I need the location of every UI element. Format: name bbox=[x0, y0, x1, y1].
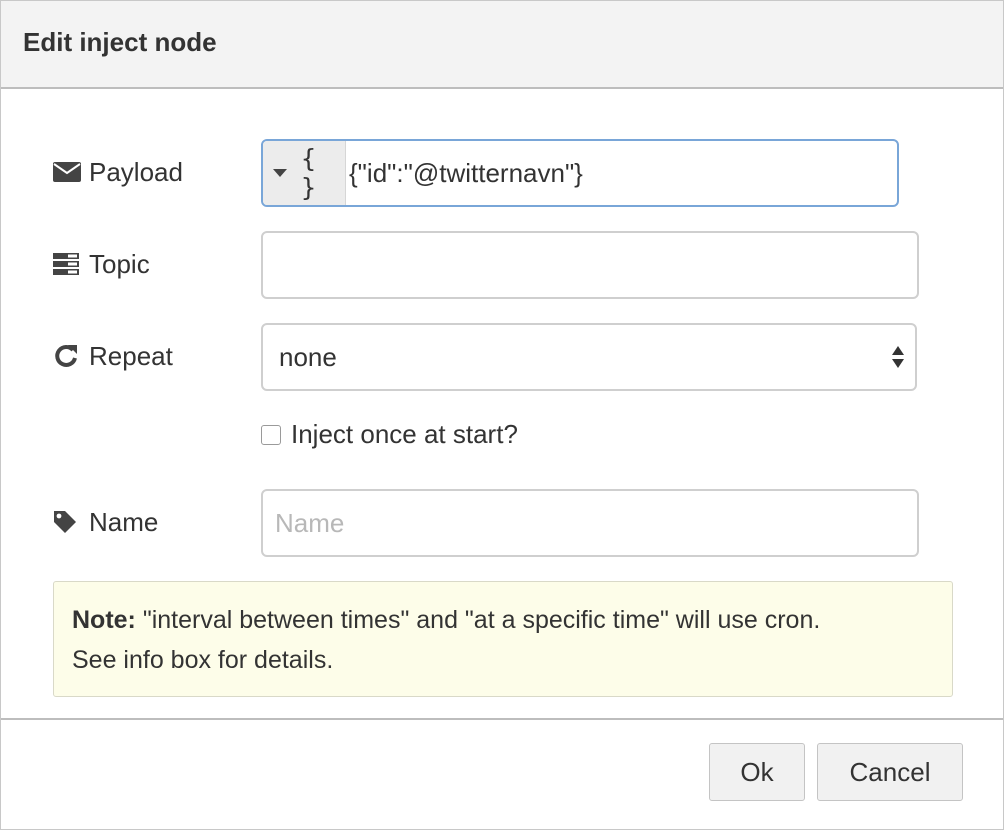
note-line-1: Note: "interval between times" and "at a… bbox=[72, 600, 936, 640]
inject-once-label[interactable]: Inject once at start? bbox=[291, 419, 518, 450]
cancel-button[interactable]: Cancel bbox=[817, 743, 963, 801]
repeat-selected-value: none bbox=[279, 342, 337, 372]
ok-button[interactable]: Ok bbox=[709, 743, 805, 801]
name-input[interactable]: Name bbox=[261, 489, 919, 557]
select-arrows-icon bbox=[891, 344, 905, 370]
edit-inject-dialog: Edit inject node Payload { } {"id":"@twi… bbox=[0, 0, 1004, 830]
payload-type-select[interactable]: { } bbox=[263, 141, 346, 205]
note-bold: Note: bbox=[72, 606, 136, 634]
topic-label-row: Topic bbox=[53, 244, 150, 284]
inject-once-row[interactable]: Inject once at start? bbox=[261, 419, 518, 450]
dialog-titlebar: Edit inject node bbox=[1, 1, 1003, 89]
repeat-label-row: Repeat bbox=[53, 336, 173, 376]
payload-label-row: Payload bbox=[53, 152, 183, 192]
payload-input[interactable]: { } {"id":"@twitternavn"} bbox=[261, 139, 899, 207]
note-line-2: See info box for details. bbox=[72, 646, 334, 674]
caret-down-icon bbox=[273, 169, 287, 177]
footer-divider bbox=[1, 718, 1003, 720]
name-label-row: Name bbox=[53, 502, 158, 542]
dialog-title: Edit inject node bbox=[23, 27, 217, 57]
name-placeholder: Name bbox=[275, 508, 345, 538]
name-label: Name bbox=[89, 506, 159, 537]
inject-once-checkbox[interactable] bbox=[261, 424, 281, 445]
json-type-icon: { } bbox=[301, 144, 317, 202]
topic-input[interactable] bbox=[261, 231, 919, 299]
repeat-label: Repeat bbox=[89, 340, 173, 371]
payload-value[interactable]: {"id":"@twitternavn"} bbox=[349, 141, 583, 205]
note-box: Note: "interval between times" and "at a… bbox=[53, 581, 953, 697]
tasks-icon bbox=[53, 250, 83, 278]
envelope-icon bbox=[53, 158, 83, 186]
note-text: "interval between times" and "at a speci… bbox=[135, 606, 821, 634]
payload-label: Payload bbox=[89, 156, 183, 187]
repeat-icon bbox=[53, 342, 83, 370]
topic-label: Topic bbox=[89, 248, 150, 279]
tag-icon bbox=[53, 508, 83, 536]
repeat-select[interactable]: none bbox=[261, 323, 917, 391]
